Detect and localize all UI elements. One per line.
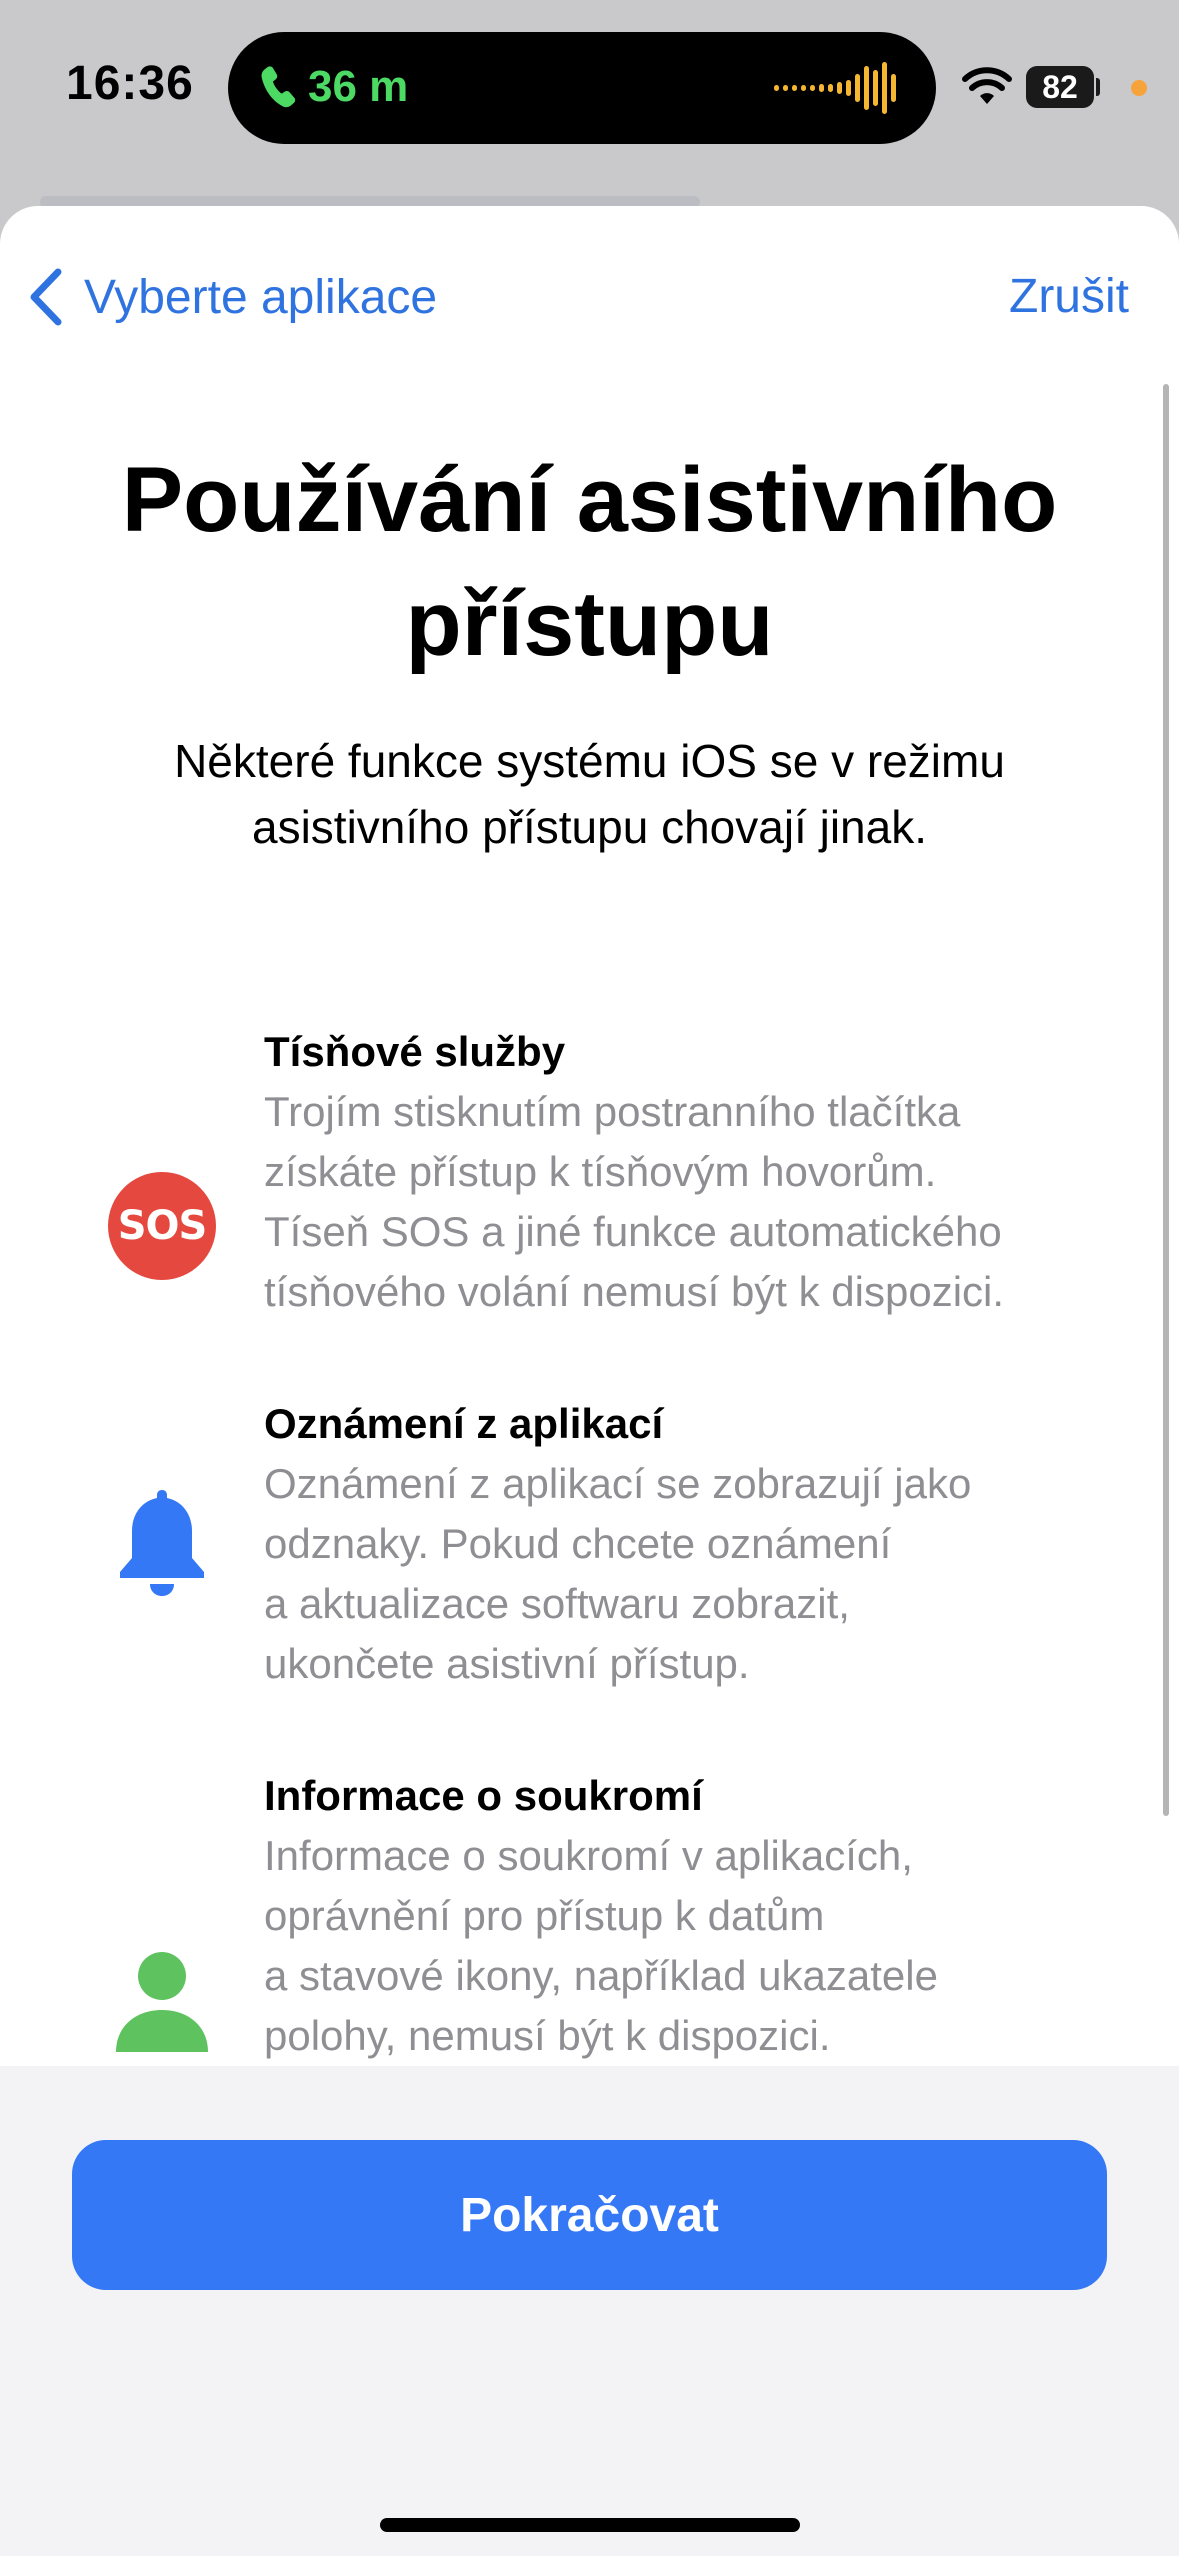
feature-text: Tísňové služby Trojím stisknutím postran… bbox=[264, 1022, 1094, 1322]
feature-description-line: oprávnění pro přístup k datům bbox=[264, 1892, 825, 1939]
sos-badge: SOS bbox=[108, 1172, 216, 1280]
home-indicator[interactable] bbox=[380, 2518, 800, 2532]
feature-description-line: Trojím stisknutím postranního tlačítka bbox=[264, 1088, 961, 1135]
bell-icon bbox=[108, 1484, 216, 1596]
cancel-button[interactable]: Zrušit bbox=[1009, 262, 1129, 332]
phone-icon bbox=[261, 66, 296, 108]
privacy-indicator-dot bbox=[1131, 80, 1147, 96]
feature-description: Oznámení z aplikací se zobrazují jako od… bbox=[264, 1454, 1094, 1694]
feature-description-line: Oznámení z aplikací se zobrazují jako bbox=[264, 1460, 972, 1507]
feature-text: Oznámení z aplikací Oznámení z aplikací … bbox=[264, 1394, 1094, 1694]
wifi-icon bbox=[962, 67, 1012, 104]
feature-description-line: Tíseň SOS a jiné funkce automatického bbox=[264, 1208, 1002, 1255]
status-bar: 16:36 36 m 82 bbox=[0, 0, 1179, 208]
feature-description-line: získáte přístup k tísňovým hovorům. bbox=[264, 1148, 937, 1195]
chevron-left-icon bbox=[30, 268, 62, 326]
feature-description-line: tísňového volání nemusí být k dispozici. bbox=[264, 1268, 1005, 1315]
feature-text: Informace o soukromí Informace o soukrom… bbox=[264, 1766, 1094, 2066]
status-time: 16:36 bbox=[66, 57, 194, 110]
call-duration: 36 m bbox=[308, 62, 409, 111]
page-title: Používání asistivního přístupu bbox=[121, 449, 1058, 675]
feature-title: Oznámení z aplikací bbox=[264, 1400, 664, 1447]
feature-description-line: Informace o soukromí v aplikacích, bbox=[264, 1832, 913, 1879]
feature-description-line: polohy, nemusí být k dispozici. bbox=[264, 2012, 831, 2059]
feature-description: Informace o soukromí v aplikacích, opráv… bbox=[264, 1826, 1094, 2066]
person-icon bbox=[108, 1952, 216, 2060]
battery-cap bbox=[1096, 78, 1100, 96]
page-subtitle: Některé funkce systému iOS se v režimu a… bbox=[174, 735, 1005, 853]
scroll-indicator[interactable] bbox=[1163, 384, 1169, 1816]
sos-icon: SOS bbox=[108, 1172, 216, 1280]
back-button-label: Vyberte aplikace bbox=[84, 270, 438, 324]
battery-indicator: 82 bbox=[1026, 66, 1094, 108]
feature-title: Informace o soukromí bbox=[264, 1772, 703, 1819]
footer: Pokračovat bbox=[0, 2066, 1179, 2556]
feature-description-line: ukončete asistivní přístup. bbox=[264, 1640, 750, 1687]
feature-description: Trojím stisknutím postranního tlačítka z… bbox=[264, 1082, 1094, 1322]
feature-description-line: odznaky. Pokud chcete oznámení bbox=[264, 1520, 892, 1567]
feature-description-line: a aktualizace softwaru zobrazit, bbox=[264, 1580, 850, 1627]
continue-button[interactable]: Pokračovat bbox=[72, 2140, 1107, 2290]
feature-title: Tísňové služby bbox=[264, 1028, 566, 1075]
back-button[interactable]: Vyberte aplikace bbox=[24, 262, 437, 332]
audio-waveform-icon bbox=[774, 62, 896, 114]
feature-description-line: a stavové ikony, například ukazatele bbox=[264, 1952, 938, 1999]
dynamic-island-call[interactable]: 36 m bbox=[228, 32, 936, 144]
